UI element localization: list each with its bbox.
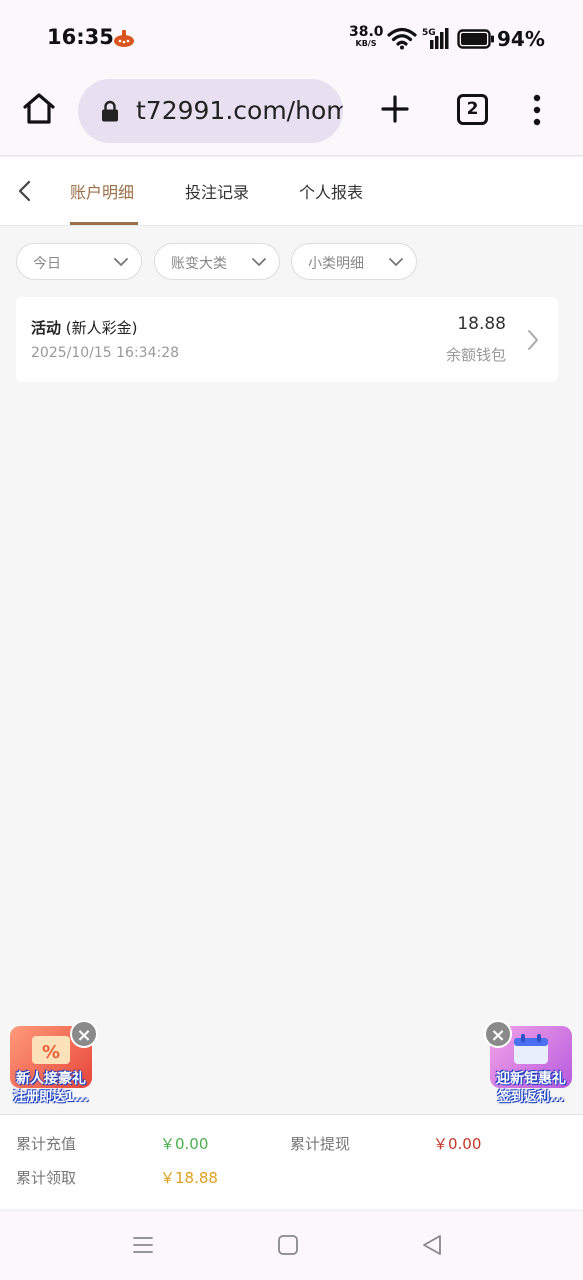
url-text: t72991.com/hom <box>136 96 343 125</box>
filter-sub-category[interactable]: 小类明细 <box>291 243 417 280</box>
calendar-icon <box>514 1034 548 1064</box>
chevron-down-icon <box>389 258 403 266</box>
tab-personal-report[interactable]: 个人报表 <box>299 179 363 203</box>
lock-icon <box>102 100 118 122</box>
svg-text:5G: 5G <box>422 28 436 38</box>
record-subtype: (新人彩金) <box>65 319 138 337</box>
more-menu-icon[interactable] <box>530 94 544 126</box>
promo-left-close-icon[interactable]: × <box>70 1020 98 1048</box>
app-notification-icon <box>114 30 134 47</box>
system-navigation-bar <box>0 1210 583 1280</box>
status-time: 16:35 <box>47 25 114 49</box>
chevron-down-icon <box>114 258 128 266</box>
promo-left-subtitle: 注册即送1... <box>13 1090 89 1105</box>
promo-right-subtitle: 签到返利... <box>497 1090 565 1105</box>
filter-date-label: 今日 <box>33 256 61 272</box>
home-icon[interactable] <box>22 92 56 126</box>
promo-right-title: 迎新钜惠礼 <box>496 1071 566 1087</box>
promo-right-close-icon[interactable]: × <box>484 1020 512 1048</box>
withdraw-value: ￥0.00 <box>433 1135 482 1153</box>
withdraw-label: 累计提现 <box>290 1135 351 1153</box>
tab-switcher-button[interactable]: 2 <box>457 94 488 125</box>
wifi-icon <box>387 27 417 50</box>
claim-value: ￥18.88 <box>160 1169 218 1187</box>
record-wallet: 余额钱包 <box>445 346 506 364</box>
battery-percent: 94% <box>497 27 545 51</box>
record-time: 2025/10/15 16:34:28 <box>31 345 180 361</box>
record-title: 活动 (新人彩金) <box>31 317 138 338</box>
summary-panel: 累计充值 ￥0.00 累计提现 ￥0.00 累计领取 ￥18.88 <box>0 1114 583 1209</box>
address-bar[interactable]: t72991.com/hom <box>78 79 343 143</box>
battery-icon <box>457 29 494 49</box>
status-bar: 16:35 38.0 KB/S 5G 94% <box>0 0 583 76</box>
filter-sub-category-label: 小类明细 <box>308 256 364 272</box>
record-amount: 18.88 <box>457 314 506 334</box>
network-speed: 38.0 KB/S <box>349 24 384 48</box>
coupon-icon: % <box>32 1036 70 1064</box>
list-item[interactable]: 活动 (新人彩金) 2025/10/15 16:34:28 18.88 余额钱包 <box>16 297 558 382</box>
tab-account-details[interactable]: 账户明细 <box>70 179 134 203</box>
tab-bet-records[interactable]: 投注记录 <box>185 179 249 203</box>
back-arrow-icon[interactable] <box>14 179 36 203</box>
promo-left-title: 新人接豪礼 <box>16 1071 86 1087</box>
new-tab-icon[interactable] <box>380 94 410 124</box>
recent-apps-icon[interactable] <box>132 1234 154 1256</box>
filter-date[interactable]: 今日 <box>16 243 142 280</box>
filter-major-category[interactable]: 账变大类 <box>154 243 280 280</box>
page-tabs: 账户明细 投注记录 个人报表 <box>0 157 583 226</box>
chevron-right-icon <box>528 330 538 350</box>
home-nav-icon[interactable] <box>277 1234 299 1256</box>
svg-text:%: % <box>42 1042 60 1063</box>
record-type: 活动 <box>31 319 62 337</box>
recharge-label: 累计充值 <box>16 1135 77 1153</box>
browser-toolbar: t72991.com/hom 2 <box>0 76 583 156</box>
active-tab-indicator <box>70 222 138 225</box>
recharge-value: ￥0.00 <box>160 1135 209 1153</box>
claim-label: 累计领取 <box>16 1169 77 1187</box>
cell-signal-icon: 5G <box>422 28 449 49</box>
chevron-down-icon <box>252 258 266 266</box>
back-nav-icon[interactable] <box>421 1234 443 1256</box>
filter-major-category-label: 账变大类 <box>171 256 227 272</box>
